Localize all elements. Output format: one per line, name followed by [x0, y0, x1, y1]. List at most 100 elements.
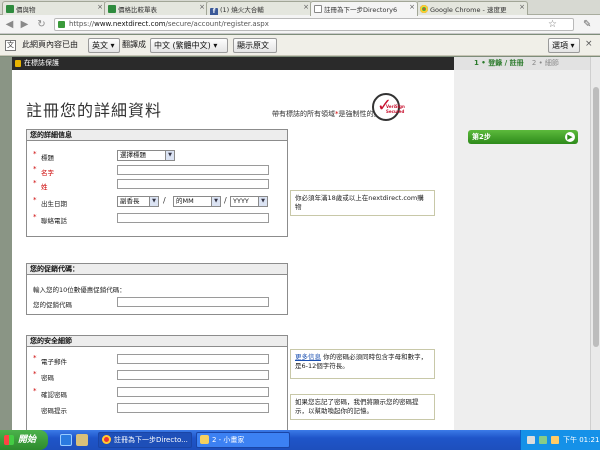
url-path: /secure/account/register.aspx	[165, 20, 269, 28]
field-label: 名字	[41, 169, 54, 177]
last-name-row: * 姓	[27, 179, 287, 191]
network-icon[interactable]	[527, 436, 535, 444]
secure-label: 在標誌保護	[24, 59, 59, 67]
title-select-value: 選擇標題	[120, 151, 146, 159]
tab-label: 價格比較單表	[118, 6, 157, 14]
tab-strip: 價與物 × 價格比較單表 × f (1) 燒火大合輔 × 註冊為下一步Direct…	[0, 0, 600, 16]
show-original-button[interactable]: 顯示原文	[233, 38, 277, 53]
dob-day-value: 副香長	[120, 197, 140, 205]
browser-tab-2[interactable]: 價格比較單表 ×	[104, 1, 208, 15]
close-icon[interactable]: ×	[199, 3, 205, 11]
required-star-icon: *	[33, 354, 37, 362]
chrome-icon	[420, 5, 428, 13]
dob-month-value: 的MM	[176, 197, 194, 205]
source-language-select[interactable]: 英文 ▾	[88, 38, 120, 53]
close-icon[interactable]: ×	[519, 3, 525, 11]
right-sidebar: 第2步 ▶	[454, 70, 590, 430]
chevron-down-icon: ▼	[165, 151, 174, 160]
promo-section: 您的促銷代碼： 輸入您的10位數優惠促銷代碼： 您的促銷代碼	[26, 263, 288, 315]
taskbar-item-chrome[interactable]: 註冊為下一步Directo...	[98, 432, 192, 448]
taskbar-item-paint[interactable]: 2 - 小畫家	[196, 432, 290, 448]
title-row: * 標題 選擇標題 ▼	[27, 150, 287, 162]
required-star-icon: *	[33, 370, 37, 378]
browser-tab-5[interactable]: Google Chrome - 速度更 ×	[416, 1, 528, 15]
required-star-icon: *	[33, 179, 37, 187]
clock: 下午 01:21	[563, 436, 600, 444]
email-row: * 電子郵件	[27, 354, 287, 366]
address-bar[interactable]: https://www.nextdirect.com/secure/accoun…	[54, 18, 574, 31]
close-icon[interactable]: ×	[303, 3, 309, 11]
taskbar: 開始 註冊為下一步Directo... 2 - 小畫家 下午 01:21	[0, 430, 600, 450]
field-label: 聯絡電話	[41, 217, 67, 225]
start-button[interactable]: 開始	[0, 430, 48, 450]
step-2-label: 第2步	[472, 133, 491, 141]
phone-row: * 聯絡電話	[27, 213, 287, 225]
verisign-seal[interactable]: ✓ VeriSign Secured	[368, 93, 408, 121]
browser-tab-3[interactable]: f (1) 燒火大合輔 ×	[206, 1, 312, 15]
translate-prefix: 此網頁內容已由	[22, 40, 78, 49]
field-label: 您的促銷代碼	[33, 301, 72, 309]
phone-input[interactable]	[117, 213, 269, 223]
url-scheme: https://	[69, 20, 95, 28]
facebook-icon: f	[210, 8, 218, 15]
dob-month-select[interactable]: 的MM ▼	[173, 196, 221, 207]
padlock-icon	[15, 60, 21, 67]
title-select[interactable]: 選擇標題 ▼	[117, 150, 175, 161]
translate-icon: 文	[5, 40, 16, 51]
secure-bar: 在標誌保護	[12, 57, 454, 70]
first-name-input[interactable]	[117, 165, 269, 175]
field-label: 電子郵件	[41, 358, 67, 366]
bookmark-star-icon[interactable]: ☆	[548, 18, 557, 31]
promo-instruction-row: 輸入您的10位數優惠促銷代碼：	[27, 282, 287, 294]
dob-year-select[interactable]: YYYY ▼	[230, 196, 268, 207]
sheet-icon	[6, 5, 14, 13]
ie-icon[interactable]	[60, 434, 72, 446]
target-language-value: 中文 (繁體中文)	[154, 41, 211, 50]
hint-info-box: 如果您忘記了密碼，我們將顯示您的密碼提示，以幫助喚起你的記憶。	[290, 394, 435, 420]
dob-day-select[interactable]: 副香長 ▼	[117, 196, 159, 207]
step-2-button[interactable]: 第2步 ▶	[468, 130, 578, 144]
scrollbar-thumb[interactable]	[593, 87, 599, 347]
promo-code-input[interactable]	[117, 297, 269, 307]
more-info-link[interactable]: 更多信息	[295, 353, 321, 361]
volume-icon[interactable]	[539, 436, 547, 444]
page-viewport: 在標誌保護 1 • 登錄 / 註冊 2 • 細節 第2步 ▶ 註冊您的詳細資料 …	[0, 57, 600, 430]
chevron-down-icon: ▼	[258, 197, 267, 206]
wrench-icon[interactable]: ✎	[583, 18, 591, 31]
taskbar-item-label: 2 - 小畫家	[212, 436, 245, 444]
url-host: www.nextdirect.com	[94, 20, 166, 28]
confirm-password-input[interactable]	[117, 387, 269, 397]
verisign-text: VeriSign Secured	[386, 104, 405, 114]
security-icon[interactable]	[551, 436, 559, 444]
desktop-icon[interactable]	[76, 434, 88, 446]
browser-tab-1[interactable]: 價與物 ×	[2, 1, 106, 15]
target-language-select[interactable]: 中文 (繁體中文) ▾	[150, 38, 228, 53]
field-label: 確認密碼	[41, 391, 67, 399]
start-label: 開始	[18, 435, 37, 445]
age-info-box: 你必須年滿18歲或以上在nextdirect.com購物	[290, 190, 435, 216]
required-star-icon: *	[33, 150, 37, 158]
required-star-icon: *	[33, 165, 37, 173]
options-label: 選項	[552, 41, 568, 50]
options-button[interactable]: 選項 ▾	[548, 38, 580, 53]
confirm-password-row: * 確認密碼	[27, 387, 287, 399]
close-icon[interactable]: ×	[409, 3, 415, 11]
forward-arrow-icon[interactable]: ▶	[18, 18, 31, 31]
email-input[interactable]	[117, 354, 269, 364]
date-separator: /	[163, 196, 166, 205]
reload-icon[interactable]: ↻	[35, 18, 48, 31]
back-arrow-icon[interactable]: ◀	[3, 18, 16, 31]
password-hint-input[interactable]	[117, 403, 269, 413]
tab-label: 價與物	[16, 6, 36, 14]
password-input[interactable]	[117, 370, 269, 380]
source-language-value: 英文	[92, 41, 108, 50]
dob-row: * 出生日期 副香長 ▼ / 的MM ▼ / YYYY ▼	[27, 196, 287, 208]
close-icon[interactable]: ×	[97, 3, 103, 11]
close-icon[interactable]: ×	[585, 39, 593, 49]
last-name-input[interactable]	[117, 179, 269, 189]
vertical-scrollbar[interactable]	[590, 57, 600, 430]
browser-tab-active[interactable]: 註冊為下一步Directory6 ×	[310, 1, 418, 16]
field-label: 姓	[41, 183, 48, 191]
dob-year-value: YYYY	[233, 197, 249, 205]
tab-label: 註冊為下一步Directory6	[324, 6, 398, 14]
